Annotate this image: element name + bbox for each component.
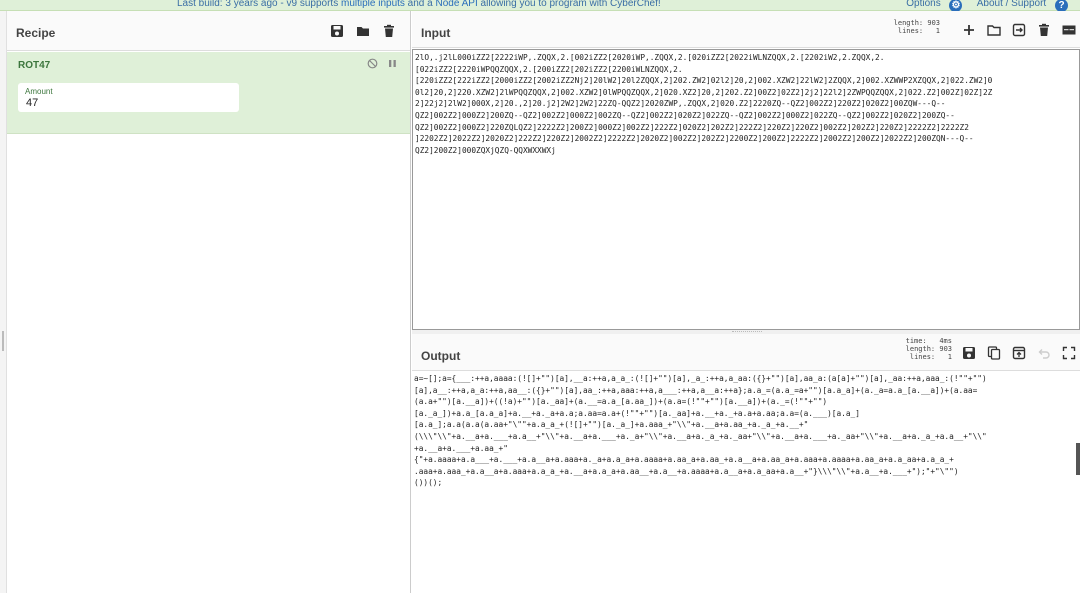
options-label: Options [906,0,941,9]
amount-value[interactable]: 47 [26,97,38,109]
node-api-link[interactable]: Node API [436,0,478,9]
trash-icon[interactable] [382,24,396,38]
layout-icon[interactable] [1062,23,1076,37]
input-title: Input [421,26,451,40]
about-support-link[interactable]: About / Support ? [976,0,1074,12]
banner: Last build: 3 years ago - v9 supports mu… [0,0,1080,12]
amount-label: Amount [25,87,53,96]
divider-grip[interactable] [732,331,762,332]
trash-icon[interactable] [1037,23,1051,37]
save-icon[interactable] [330,24,344,38]
banner-message: Last build: 3 years ago - v9 supports mu… [177,0,661,9]
operations-panel-edge[interactable] [0,11,7,593]
copy-icon[interactable] [987,346,1001,360]
folder-icon[interactable] [356,24,370,38]
amount-field[interactable]: Amount 47 [18,83,239,112]
import-icon[interactable] [1012,23,1026,37]
options-link[interactable]: Options ⚙ [906,0,968,12]
recipe-title: Recipe [16,26,56,40]
save-icon[interactable] [962,346,976,360]
resize-handle[interactable] [2,331,4,351]
output-stats: time: 4ms length: 903 lines: 1 [905,337,952,361]
output-title: Output [421,349,461,363]
pause-icon[interactable] [388,58,397,69]
recipe-panel: Recipe ROT47 Amount 47 [7,11,411,593]
fullscreen-icon[interactable] [1062,346,1076,360]
about-label: About / Support [976,0,1047,9]
multiple-inputs-link[interactable]: multiple inputs [341,0,405,9]
output-panel: Output time: 4ms length: 903 lines: 1 a=… [412,334,1080,593]
replace-input-icon[interactable] [1012,346,1026,360]
output-textarea[interactable]: a=~[];a={___:++a,aaaa:(![]+"")[a],__a:++… [412,370,1080,593]
output-header: Output time: 4ms length: 903 lines: 1 [412,334,1080,371]
input-header: Input length: 903 lines: 1 [412,11,1080,48]
operation-name: ROT47 [18,60,51,71]
recipe-operation-rot47[interactable]: ROT47 Amount 47 [7,52,410,134]
plus-icon[interactable] [962,23,976,37]
banner-text-mid: and a [404,0,436,9]
disable-icon[interactable] [367,58,378,69]
banner-text-prefix: Last build: 3 years ago - v9 supports [177,0,341,9]
folder-icon[interactable] [987,23,1001,37]
input-stats: length: 903 lines: 1 [893,19,940,35]
recipe-header: Recipe [7,11,410,51]
output-scrollbar[interactable] [1076,443,1080,475]
undo-icon[interactable] [1037,346,1051,360]
input-panel: Input length: 903 lines: 1 2lO,.j2lL000i… [412,11,1080,330]
input-textarea[interactable]: 2lO,.j2lL000iZZ2[2222iWP,.ZQQX,2.[002iZZ… [412,49,1080,330]
banner-text-suffix: allowing you to program with CyberChef! [477,0,661,9]
